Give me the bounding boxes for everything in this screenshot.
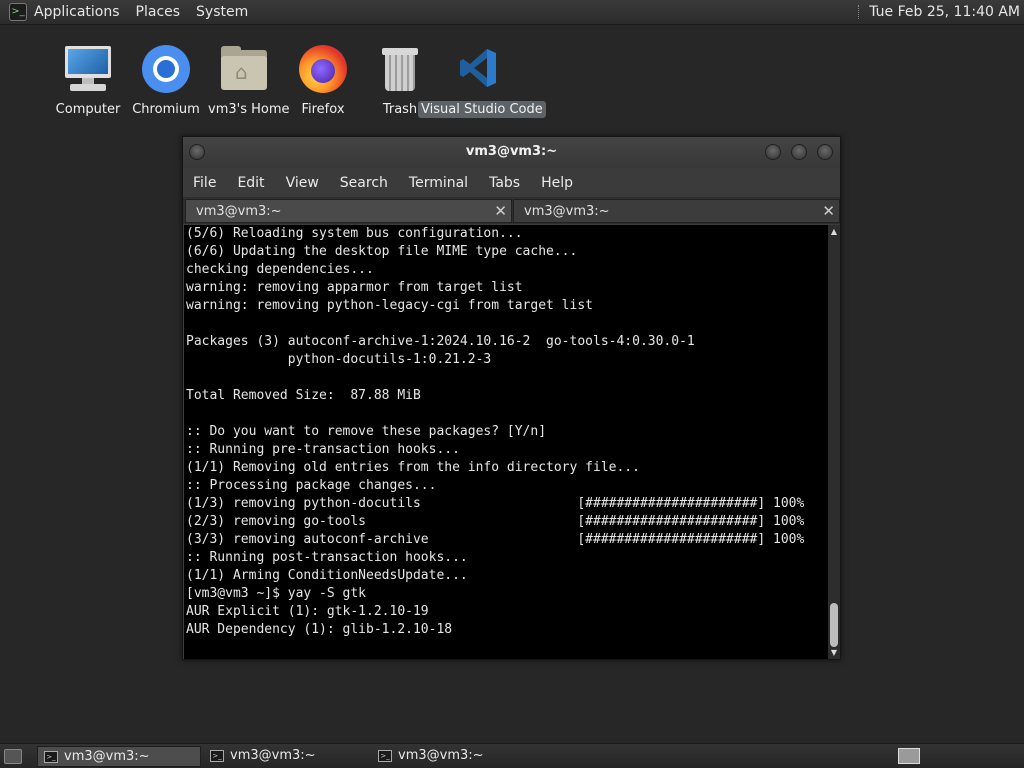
taskbar-item[interactable]: >_ vm3@vm3:~: [37, 746, 201, 767]
minimize-button[interactable]: [765, 144, 781, 160]
terminal-launcher-icon[interactable]: >_: [9, 3, 27, 21]
menubar: File Edit View Search Terminal Tabs Help: [183, 168, 840, 197]
clock[interactable]: Tue Feb 25, 11:40 AM: [869, 4, 1020, 20]
terminal-line: checking dependencies...: [186, 262, 374, 277]
taskbar-item-label: vm3@vm3:~: [64, 749, 150, 764]
terminal-line: python-docutils-1:0.21.2-3: [186, 352, 492, 367]
terminal-line: (2/3) removing go-tools [###############…: [186, 514, 805, 529]
tab-terminal-2[interactable]: vm3@vm3:~ ✕: [513, 199, 840, 223]
maximize-button[interactable]: [791, 144, 807, 160]
tab-label: vm3@vm3:~: [524, 204, 610, 219]
close-tab-icon[interactable]: ✕: [822, 202, 835, 220]
menu-system[interactable]: System: [196, 4, 248, 20]
workspace-switcher[interactable]: [898, 748, 920, 764]
terminal-output[interactable]: (5/6) Reloading system bus configuration…: [184, 225, 828, 659]
menu-search[interactable]: Search: [340, 175, 388, 191]
desktop-icon-label: Trash: [382, 102, 418, 117]
terminal-line: (1/1) Removing old entries from the info…: [186, 460, 640, 475]
close-tab-icon[interactable]: ✕: [494, 202, 507, 220]
tab-bar: vm3@vm3:~ ✕ vm3@vm3:~ ✕: [183, 197, 840, 224]
terminal-line: [vm3@vm3 ~]$ yay -S gtk: [186, 586, 367, 601]
terminal-line: (5/6) Reloading system bus configuration…: [186, 226, 523, 241]
panel-grip-handle[interactable]: [858, 5, 861, 19]
scroll-up-icon[interactable]: ▲: [828, 227, 840, 236]
taskbar-item-label: vm3@vm3:~: [230, 748, 316, 763]
terminal-line: AUR Explicit (1): gtk-1.2.10-19: [186, 604, 429, 619]
desktop-icon-home[interactable]: ⌂ vm3's Home: [205, 44, 290, 118]
desktop-icon-label: vm3's Home: [208, 102, 290, 117]
tab-terminal-1[interactable]: vm3@vm3:~ ✕: [185, 199, 512, 223]
terminal-line: Total Removed Size: 87.88 MiB: [186, 388, 421, 403]
taskbar-item[interactable]: >_ vm3@vm3:~: [204, 746, 368, 767]
menu-help[interactable]: Help: [541, 175, 573, 191]
scrollbar-thumb[interactable]: [830, 603, 838, 647]
terminal-line: warning: removing apparmor from target l…: [186, 280, 523, 295]
chromium-icon: [140, 44, 192, 94]
scroll-down-icon[interactable]: ▼: [828, 648, 840, 657]
window-title: vm3@vm3:~: [465, 144, 558, 159]
close-button[interactable]: [817, 144, 833, 160]
desktop-icon-label: Chromium: [132, 102, 200, 117]
terminal-line: (3/3) removing autoconf-archive [#######…: [186, 532, 805, 547]
terminal-line: (1/1) Arming ConditionNeedsUpdate...: [186, 568, 468, 583]
desktop-icon-firefox[interactable]: Firefox: [284, 44, 362, 118]
bottom-panel: >_ vm3@vm3:~ >_ vm3@vm3:~ >_ vm3@vm3:~: [0, 743, 1024, 768]
menu-edit[interactable]: Edit: [237, 175, 264, 191]
desktop-icon-chromium[interactable]: Chromium: [127, 44, 205, 118]
desktop-icon-label: Firefox: [301, 102, 345, 117]
desktop-icon-label: Visual Studio Code: [418, 101, 546, 118]
terminal-line: :: Processing package changes...: [186, 478, 437, 493]
menu-tabs[interactable]: Tabs: [489, 175, 520, 191]
terminal-line: Packages (3) autoconf-archive-1:2024.10.…: [186, 334, 695, 349]
terminal-scrollbar[interactable]: ▲ ▼: [828, 225, 840, 659]
desktop-icon-computer[interactable]: Computer: [49, 44, 127, 118]
home-folder-icon: ⌂: [218, 44, 270, 94]
terminal-line: warning: removing python-legacy-cgi from…: [186, 298, 593, 313]
menu-terminal[interactable]: Terminal: [409, 175, 468, 191]
taskbar-item-label: vm3@vm3:~: [398, 748, 484, 763]
firefox-icon: [297, 44, 349, 94]
terminal-icon: >_: [44, 751, 58, 763]
terminal-line: AUR Dependency (1): glib-1.2.10-18: [186, 622, 453, 637]
terminal-line: :: Do you want to remove these packages?…: [186, 424, 547, 439]
taskbar-item[interactable]: >_ vm3@vm3:~: [372, 746, 536, 767]
top-panel: >_ Applications Places System Tue Feb 25…: [0, 0, 1024, 25]
terminal-line: (6/6) Updating the desktop file MIME typ…: [186, 244, 578, 259]
terminal-icon: >_: [210, 750, 224, 762]
terminal-line: :: Running pre-transaction hooks...: [186, 442, 460, 457]
terminal-line: :: Running post-transaction hooks...: [186, 550, 468, 565]
terminal-line: (1/3) removing python-docutils [########…: [186, 496, 805, 511]
desktop-icon-vscode[interactable]: Visual Studio Code: [418, 44, 546, 118]
desktop-icon-label: Computer: [55, 102, 121, 117]
computer-icon: [62, 44, 114, 94]
terminal-window: vm3@vm3:~ File Edit View Search Terminal…: [182, 136, 841, 660]
window-titlebar[interactable]: vm3@vm3:~: [183, 137, 840, 168]
vscode-icon: [452, 44, 504, 94]
show-desktop-icon[interactable]: [4, 749, 22, 764]
menu-places[interactable]: Places: [136, 4, 181, 20]
menu-view[interactable]: View: [286, 175, 319, 191]
menu-file[interactable]: File: [193, 175, 216, 191]
tab-label: vm3@vm3:~: [196, 204, 282, 219]
menu-applications[interactable]: Applications: [34, 4, 120, 20]
terminal-icon: >_: [378, 750, 392, 762]
